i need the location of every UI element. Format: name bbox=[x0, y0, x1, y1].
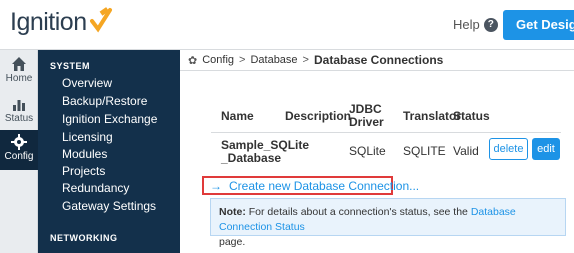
gear-icon bbox=[11, 134, 27, 150]
top-bar: Ignition Help ? Get Designer bbox=[0, 0, 574, 50]
rail-item-home[interactable]: Home bbox=[0, 56, 38, 90]
edit-button[interactable]: edit bbox=[532, 138, 560, 160]
home-icon bbox=[12, 57, 26, 71]
column-header-description: Description bbox=[285, 109, 352, 123]
help-label: Help bbox=[453, 17, 480, 32]
info-note: Note: For details about a connection's s… bbox=[210, 198, 566, 248]
rail-label-home: Home bbox=[5, 73, 33, 84]
cell-name-line2: _Database bbox=[221, 151, 282, 165]
help-icon: ? bbox=[483, 17, 498, 32]
get-designer-button[interactable]: Get Designer bbox=[503, 10, 574, 40]
note-text: For details about a connection's status,… bbox=[245, 206, 471, 218]
rail-label-status: Status bbox=[4, 113, 34, 124]
section-title-networking: NETWORKING bbox=[50, 233, 118, 243]
logo-text: Ignition bbox=[10, 8, 87, 36]
breadcrumb: ✿ Config > Database > Database Connectio… bbox=[180, 50, 574, 71]
sidebar-item-gateway-settings[interactable]: Gateway Settings bbox=[62, 199, 156, 213]
help-link[interactable]: Help ? bbox=[453, 17, 498, 32]
create-connection-link[interactable]: → Create new Database Connection... bbox=[202, 176, 419, 195]
breadcrumb-current: Database Connections bbox=[313, 53, 444, 67]
rail-item-config[interactable]: Config bbox=[0, 130, 38, 170]
breadcrumb-separator: > bbox=[239, 54, 246, 66]
cell-status: Valid bbox=[453, 144, 479, 158]
sidebar-item-projects[interactable]: Projects bbox=[62, 164, 105, 178]
delete-button[interactable]: delete bbox=[489, 138, 528, 160]
breadcrumb-item-config[interactable]: Config bbox=[202, 54, 234, 66]
note-text-end: page. bbox=[219, 236, 246, 248]
bar-chart-icon bbox=[13, 100, 25, 111]
icon-rail: Home Status Config bbox=[0, 50, 38, 253]
sidebar-item-overview[interactable]: Overview bbox=[62, 76, 112, 90]
sidebar-item-licensing[interactable]: Licensing bbox=[62, 130, 113, 144]
sidebar-item-redundancy[interactable]: Redundancy bbox=[62, 181, 129, 195]
note-prefix: Note: bbox=[219, 206, 246, 218]
create-connection-label: Create new Database Connection... bbox=[229, 178, 420, 193]
sidebar-item-modules[interactable]: Modules bbox=[62, 147, 107, 161]
cell-jdbc-driver: SQLite bbox=[349, 144, 386, 158]
cell-name-line1: Sample_SQLite bbox=[221, 138, 310, 152]
breadcrumb-gear-icon: ✿ bbox=[188, 54, 198, 67]
breadcrumb-separator: > bbox=[302, 54, 309, 66]
sidebar-item-backup-restore[interactable]: Backup/Restore bbox=[62, 94, 147, 108]
ignition-logo[interactable]: Ignition bbox=[10, 7, 114, 37]
sidebar-item-ignition-exchange[interactable]: Ignition Exchange bbox=[62, 112, 157, 126]
sidebar-nav: SYSTEM Overview Backup/Restore Ignition … bbox=[38, 50, 180, 253]
arrow-right-icon: → bbox=[210, 178, 222, 193]
column-header-status: Status bbox=[453, 109, 490, 123]
rail-label-config: Config bbox=[4, 151, 34, 162]
rail-item-status[interactable]: Status bbox=[0, 96, 38, 130]
section-title-system: SYSTEM bbox=[50, 61, 91, 71]
table-header-divider bbox=[211, 132, 561, 133]
column-header-jdbc-line2: Driver bbox=[349, 115, 384, 129]
breadcrumb-item-database[interactable]: Database bbox=[250, 54, 297, 66]
logo-mark-icon bbox=[89, 7, 112, 33]
cell-translator: SQLITE bbox=[403, 144, 446, 158]
column-header-name: Name bbox=[221, 109, 254, 123]
